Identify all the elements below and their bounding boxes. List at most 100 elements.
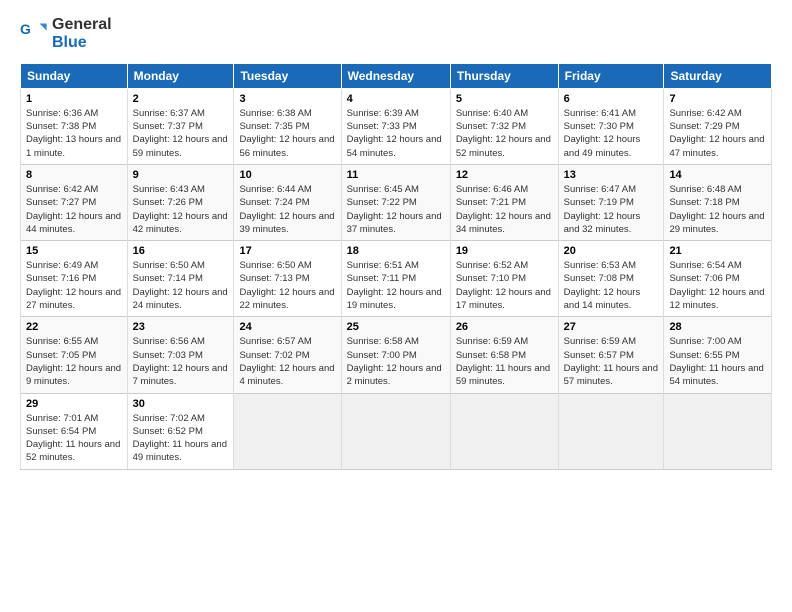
day-number: 11 — [347, 169, 445, 181]
day-detail: Sunrise: 6:59 AMSunset: 6:58 PMDaylight:… — [456, 335, 553, 388]
day-detail: Sunrise: 6:39 AMSunset: 7:33 PMDaylight:… — [347, 107, 445, 160]
day-number: 10 — [239, 169, 335, 181]
page-header: G General Blue — [20, 16, 772, 53]
day-number: 12 — [456, 169, 553, 181]
day-number: 4 — [347, 93, 445, 105]
day-detail: Sunrise: 6:44 AMSunset: 7:24 PMDaylight:… — [239, 183, 335, 236]
day-number: 6 — [564, 93, 659, 105]
day-number: 29 — [26, 398, 122, 410]
day-detail: Sunrise: 6:58 AMSunset: 7:00 PMDaylight:… — [347, 335, 445, 388]
svg-text:G: G — [20, 21, 31, 37]
calendar-cell — [664, 393, 772, 469]
day-number: 25 — [347, 321, 445, 333]
col-header-thursday: Thursday — [450, 63, 558, 88]
calendar-cell: 13 Sunrise: 6:47 AMSunset: 7:19 PMDayligh… — [558, 164, 664, 240]
day-number: 19 — [456, 245, 553, 257]
calendar-cell: 30 Sunrise: 7:02 AMSunset: 6:52 PMDayligh… — [127, 393, 234, 469]
calendar-cell: 17 Sunrise: 6:50 AMSunset: 7:13 PMDayligh… — [234, 241, 341, 317]
day-detail: Sunrise: 6:46 AMSunset: 7:21 PMDaylight:… — [456, 183, 553, 236]
calendar-cell: 24 Sunrise: 6:57 AMSunset: 7:02 PMDayligh… — [234, 317, 341, 393]
calendar-header: SundayMondayTuesdayWednesdayThursdayFrid… — [21, 63, 772, 88]
calendar-cell — [558, 393, 664, 469]
day-detail: Sunrise: 6:43 AMSunset: 7:26 PMDaylight:… — [133, 183, 229, 236]
calendar-cell: 4 Sunrise: 6:39 AMSunset: 7:33 PMDaylight… — [341, 88, 450, 164]
calendar-cell: 20 Sunrise: 6:53 AMSunset: 7:08 PMDayligh… — [558, 241, 664, 317]
day-number: 7 — [669, 93, 766, 105]
col-header-sunday: Sunday — [21, 63, 128, 88]
day-number: 13 — [564, 169, 659, 181]
day-detail: Sunrise: 6:48 AMSunset: 7:18 PMDaylight:… — [669, 183, 766, 236]
calendar-cell: 19 Sunrise: 6:52 AMSunset: 7:10 PMDayligh… — [450, 241, 558, 317]
calendar-cell: 9 Sunrise: 6:43 AMSunset: 7:26 PMDaylight… — [127, 164, 234, 240]
day-detail: Sunrise: 6:40 AMSunset: 7:32 PMDaylight:… — [456, 107, 553, 160]
day-number: 18 — [347, 245, 445, 257]
day-number: 30 — [133, 398, 229, 410]
day-number: 26 — [456, 321, 553, 333]
day-number: 23 — [133, 321, 229, 333]
col-header-wednesday: Wednesday — [341, 63, 450, 88]
day-detail: Sunrise: 6:56 AMSunset: 7:03 PMDaylight:… — [133, 335, 229, 388]
calendar-cell: 28 Sunrise: 7:00 AMSunset: 6:55 PMDayligh… — [664, 317, 772, 393]
calendar-cell: 22Sunrise: 6:55 AMSunset: 7:05 PMDayligh… — [21, 317, 128, 393]
day-number: 24 — [239, 321, 335, 333]
day-detail: Sunrise: 6:54 AMSunset: 7:06 PMDaylight:… — [669, 259, 766, 312]
calendar-cell: 21 Sunrise: 6:54 AMSunset: 7:06 PMDayligh… — [664, 241, 772, 317]
calendar-cell: 5 Sunrise: 6:40 AMSunset: 7:32 PMDaylight… — [450, 88, 558, 164]
day-detail: Sunrise: 7:01 AMSunset: 6:54 PMDaylight:… — [26, 412, 122, 465]
day-number: 28 — [669, 321, 766, 333]
day-detail: Sunrise: 6:49 AMSunset: 7:16 PMDaylight:… — [26, 259, 122, 312]
day-number: 21 — [669, 245, 766, 257]
logo-icon: G — [20, 20, 48, 48]
calendar-cell: 14 Sunrise: 6:48 AMSunset: 7:18 PMDayligh… — [664, 164, 772, 240]
col-header-saturday: Saturday — [664, 63, 772, 88]
day-detail: Sunrise: 6:57 AMSunset: 7:02 PMDaylight:… — [239, 335, 335, 388]
day-number: 8 — [26, 169, 122, 181]
day-detail: Sunrise: 6:38 AMSunset: 7:35 PMDaylight:… — [239, 107, 335, 160]
calendar-cell: 8 Sunrise: 6:42 AMSunset: 7:27 PMDaylight… — [21, 164, 128, 240]
calendar-cell: 12 Sunrise: 6:46 AMSunset: 7:21 PMDayligh… — [450, 164, 558, 240]
calendar-cell: 2Sunrise: 6:37 AMSunset: 7:37 PMDaylight… — [127, 88, 234, 164]
calendar-cell: 3 Sunrise: 6:38 AMSunset: 7:35 PMDaylight… — [234, 88, 341, 164]
logo: G General Blue — [20, 16, 112, 53]
day-number: 5 — [456, 93, 553, 105]
day-number: 14 — [669, 169, 766, 181]
day-detail: Sunrise: 6:50 AMSunset: 7:13 PMDaylight:… — [239, 259, 335, 312]
day-number: 1 — [26, 93, 122, 105]
calendar-cell: 7 Sunrise: 6:42 AMSunset: 7:29 PMDaylight… — [664, 88, 772, 164]
calendar-cell: 18Sunrise: 6:51 AMSunset: 7:11 PMDayligh… — [341, 241, 450, 317]
day-detail: Sunrise: 6:41 AMSunset: 7:30 PMDaylight:… — [564, 107, 659, 160]
day-detail: Sunrise: 6:47 AMSunset: 7:19 PMDaylight:… — [564, 183, 659, 236]
day-number: 9 — [133, 169, 229, 181]
day-detail: Sunrise: 7:00 AMSunset: 6:55 PMDaylight:… — [669, 335, 766, 388]
day-detail: Sunrise: 6:45 AMSunset: 7:22 PMDaylight:… — [347, 183, 445, 236]
day-detail: Sunrise: 6:42 AMSunset: 7:29 PMDaylight:… — [669, 107, 766, 160]
day-detail: Sunrise: 6:52 AMSunset: 7:10 PMDaylight:… — [456, 259, 553, 312]
day-detail: Sunrise: 6:50 AMSunset: 7:14 PMDaylight:… — [133, 259, 229, 312]
calendar-cell: 16 Sunrise: 6:50 AMSunset: 7:14 PMDayligh… — [127, 241, 234, 317]
calendar-cell: 27Sunrise: 6:59 AMSunset: 6:57 PMDayligh… — [558, 317, 664, 393]
day-detail: Sunrise: 6:37 AMSunset: 7:37 PMDaylight:… — [133, 107, 229, 160]
day-detail: Sunrise: 6:36 AMSunset: 7:38 PMDaylight:… — [26, 107, 122, 160]
day-number: 16 — [133, 245, 229, 257]
calendar-table: SundayMondayTuesdayWednesdayThursdayFrid… — [20, 63, 772, 470]
day-detail: Sunrise: 6:42 AMSunset: 7:27 PMDaylight:… — [26, 183, 122, 236]
day-number: 17 — [239, 245, 335, 257]
calendar-cell — [234, 393, 341, 469]
day-number: 22 — [26, 321, 122, 333]
col-header-monday: Monday — [127, 63, 234, 88]
calendar-cell: 23 Sunrise: 6:56 AMSunset: 7:03 PMDayligh… — [127, 317, 234, 393]
day-number: 20 — [564, 245, 659, 257]
calendar-cell: 11 Sunrise: 6:45 AMSunset: 7:22 PMDayligh… — [341, 164, 450, 240]
calendar-cell: 26 Sunrise: 6:59 AMSunset: 6:58 PMDayligh… — [450, 317, 558, 393]
day-detail: Sunrise: 6:53 AMSunset: 7:08 PMDaylight:… — [564, 259, 659, 312]
calendar-cell — [341, 393, 450, 469]
col-header-friday: Friday — [558, 63, 664, 88]
day-detail: Sunrise: 7:02 AMSunset: 6:52 PMDaylight:… — [133, 412, 229, 465]
calendar-cell: 15 Sunrise: 6:49 AMSunset: 7:16 PMDayligh… — [21, 241, 128, 317]
calendar-cell — [450, 393, 558, 469]
calendar-cell: 1 Sunrise: 6:36 AMSunset: 7:38 PMDaylight… — [21, 88, 128, 164]
col-header-tuesday: Tuesday — [234, 63, 341, 88]
day-detail: Sunrise: 6:59 AMSunset: 6:57 PMDaylight:… — [564, 335, 659, 388]
day-number: 3 — [239, 93, 335, 105]
day-number: 15 — [26, 245, 122, 257]
